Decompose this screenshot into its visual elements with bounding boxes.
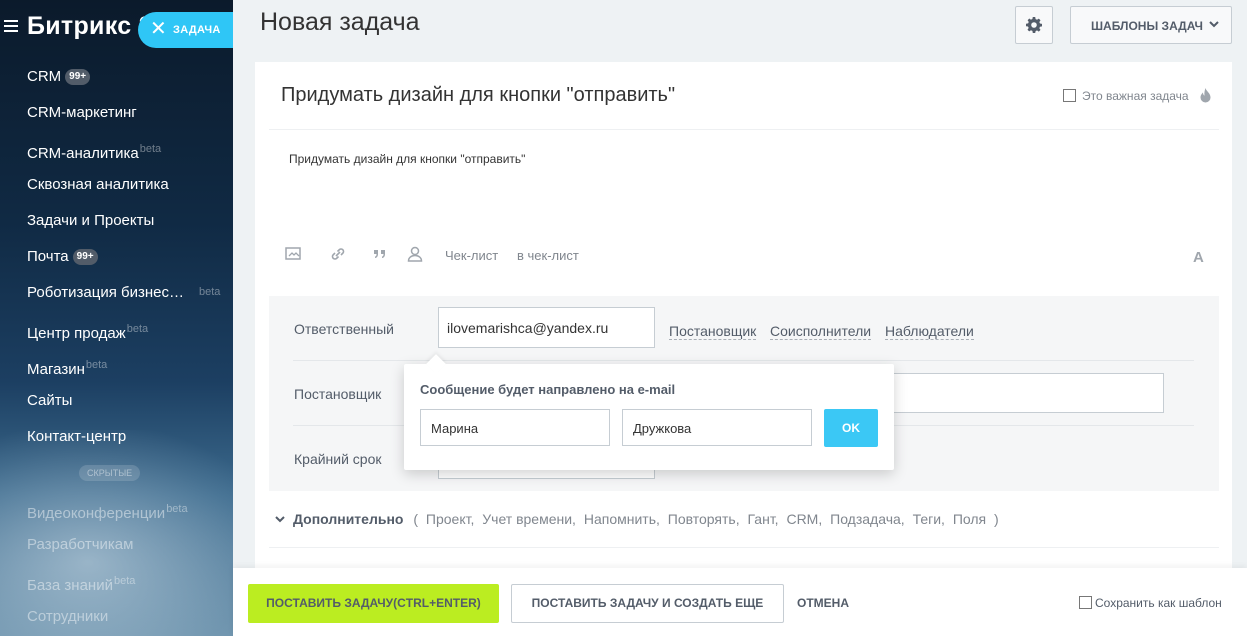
deadline-label: Крайний срок xyxy=(294,451,382,467)
email-invite-popup: Сообщение будет направлено на e-mail Мар… xyxy=(404,354,894,470)
responsible-field[interactable]: ilovemarishca@yandex.ru xyxy=(438,307,655,348)
first-name-input[interactable]: Марина xyxy=(420,409,610,446)
submit-task-button[interactable]: ПОСТАВИТЬ ЗАДАЧУ(CTRL+ENTER) xyxy=(248,584,499,623)
sidebar-item-knowledge-base[interactable]: База знанийbeta xyxy=(27,566,233,602)
sidebar-item-sites[interactable]: Сайты xyxy=(27,386,233,422)
task-templates-button[interactable]: ШАБЛОНЫ ЗАДАЧ xyxy=(1070,6,1232,44)
setter-label: Постановщик xyxy=(294,386,382,402)
sidebar-item-crm-marketing[interactable]: CRM-маркетинг xyxy=(27,98,233,134)
file-upload-icon[interactable] xyxy=(285,245,303,263)
save-template-checkbox[interactable] xyxy=(1079,596,1092,609)
sidebar-item-crm-analytics[interactable]: CRM-аналитикаbeta xyxy=(27,134,233,170)
divider xyxy=(269,129,1219,130)
additional-section-toggle[interactable]: Дополнительно ( Проект, Учет времени, На… xyxy=(275,511,999,527)
sidebar-item-sales-center[interactable]: Центр продажbeta xyxy=(27,314,233,350)
sidebar-item-tasks[interactable]: Задачи и Проекты xyxy=(27,206,233,242)
flame-icon xyxy=(1200,88,1211,103)
extra-link-gantt[interactable]: Гант, xyxy=(748,511,779,527)
sidebar-item-developers[interactable]: Разработчикам xyxy=(27,530,233,566)
sidebar-item-shop[interactable]: Магазинbeta xyxy=(27,350,233,386)
text-format-icon[interactable]: A xyxy=(1193,249,1204,266)
extra-link-time-tracking[interactable]: Учет времени, xyxy=(482,511,576,527)
sidebar: Битрикс 24 ✕ ЗАДАЧА CRM 99+ CRM-маркетинг… xyxy=(0,0,233,636)
last-name-input[interactable]: Дружкова xyxy=(622,409,812,446)
extra-link-remind[interactable]: Напомнить, xyxy=(584,511,660,527)
sidebar-item-mail[interactable]: Почта 99+ xyxy=(27,242,233,278)
beta-label: beta xyxy=(85,359,108,371)
gear-icon xyxy=(1026,17,1042,33)
task-description-editor[interactable]: Придумать дизайн для кнопки "отправить" xyxy=(289,152,525,166)
responsible-label: Ответственный xyxy=(294,321,394,337)
sidebar-item-crm[interactable]: CRM 99+ xyxy=(27,62,233,98)
beta-label: beta xyxy=(166,503,188,515)
sidebar-item-employees[interactable]: Сотрудники xyxy=(27,602,233,636)
hidden-items-separator[interactable]: СКРЫТЫЕ xyxy=(27,458,233,494)
sidebar-header: Битрикс 24 ✕ ЗАДАЧА xyxy=(0,0,233,60)
page-title: Новая задача xyxy=(260,8,420,36)
counter-badge: 99+ xyxy=(65,69,91,85)
save-template-label: Сохранить как шаблон xyxy=(1095,596,1222,610)
popup-message: Сообщение будет направлено на e-mail xyxy=(420,382,676,397)
link-icon[interactable] xyxy=(329,245,347,263)
additional-label: Дополнительно xyxy=(293,511,404,527)
to-checklist-button[interactable]: в чек-лист xyxy=(517,248,579,263)
beta-label: beta xyxy=(139,143,162,155)
sidebar-item-robotization[interactable]: Роботизация бизнес… beta xyxy=(27,278,233,314)
chevron-down-icon xyxy=(275,516,285,523)
close-icon[interactable]: ✕ xyxy=(150,19,167,39)
setter-field[interactable] xyxy=(891,373,1164,413)
chevron-down-icon xyxy=(1209,21,1219,28)
extra-link-repeat[interactable]: Повторять, xyxy=(668,511,740,527)
extra-link-crm[interactable]: CRM, xyxy=(786,511,822,527)
beta-label: beta xyxy=(199,286,221,298)
submit-and-create-more-button[interactable]: ПОСТАВИТЬ ЗАДАЧУ И СОЗДАТЬ ЕЩЕ xyxy=(511,584,784,623)
beta-label: beta xyxy=(126,323,149,335)
task-slider-label: ЗАДАЧА xyxy=(173,24,221,36)
add-observers-link[interactable]: Наблюдатели xyxy=(885,323,974,340)
sidebar-item-end-to-end-analytics[interactable]: Сквозная аналитика xyxy=(27,170,233,206)
sidebar-item-videoconference[interactable]: Видеоконференцииbeta xyxy=(27,494,233,530)
important-label: Это важная задача xyxy=(1082,89,1189,103)
form-footer: ПОСТАВИТЬ ЗАДАЧУ(CTRL+ENTER) ПОСТАВИТЬ З… xyxy=(233,568,1247,636)
responsible-value: ilovemarishca@yandex.ru xyxy=(447,320,609,336)
important-checkbox[interactable] xyxy=(1063,89,1076,102)
task-slider-tab[interactable]: ✕ ЗАДАЧА xyxy=(138,12,233,48)
sidebar-nav: CRM 99+ CRM-маркетинг CRM-аналитикаbeta С… xyxy=(27,62,233,636)
checklist-button[interactable]: Чек-лист xyxy=(445,248,498,263)
menu-burger-icon[interactable] xyxy=(4,20,18,35)
task-title-input[interactable]: Придумать дизайн для кнопки "отправить" xyxy=(281,84,675,107)
counter-badge: 99+ xyxy=(72,249,98,265)
user-mention-icon[interactable] xyxy=(406,245,424,263)
ok-button[interactable]: OK xyxy=(824,409,878,447)
beta-label: beta xyxy=(113,575,136,587)
cancel-button[interactable]: ОТМЕНА xyxy=(797,596,849,610)
important-task-toggle[interactable]: Это важная задача xyxy=(1063,88,1211,103)
task-form-card: Придумать дизайн для кнопки "отправить" … xyxy=(255,62,1232,568)
task-templates-label: ШАБЛОНЫ ЗАДАЧ xyxy=(1091,19,1203,33)
settings-button[interactable] xyxy=(1015,6,1053,44)
extra-link-fields[interactable]: Поля xyxy=(953,511,986,527)
save-as-template-toggle[interactable]: Сохранить как шаблон xyxy=(1079,596,1222,610)
sidebar-item-contact-center[interactable]: Контакт-центр xyxy=(27,422,233,458)
extra-link-subtask[interactable]: Подзадача, xyxy=(830,511,905,527)
extra-link-project[interactable]: Проект, xyxy=(426,511,474,527)
quote-icon[interactable] xyxy=(372,245,388,263)
add-setter-link[interactable]: Постановщик xyxy=(669,323,757,340)
add-coexecutors-link[interactable]: Соисполнители xyxy=(770,323,872,340)
divider xyxy=(269,547,1219,548)
extra-link-tags[interactable]: Теги, xyxy=(913,511,945,527)
